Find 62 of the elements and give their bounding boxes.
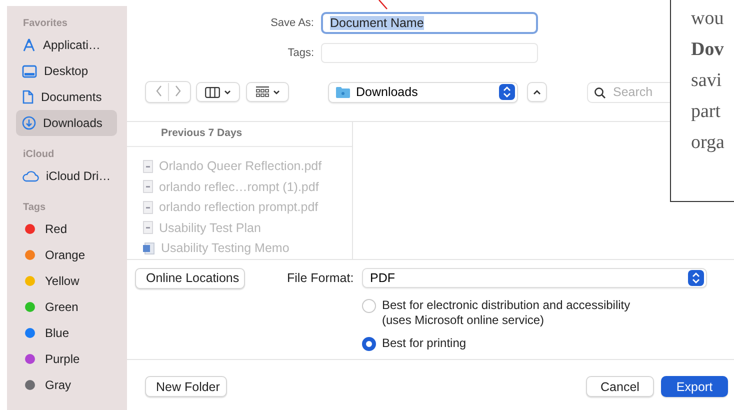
group-button[interactable] [246, 82, 289, 102]
sidebar-heading: iCloud [22, 149, 56, 160]
pdf-file-icon [143, 160, 153, 173]
columns-icon [205, 86, 220, 98]
annotation-line [378, 0, 388, 10]
view-mode-button[interactable] [196, 82, 240, 102]
stepper-icon [688, 270, 704, 286]
sidebar-item[interactable]: Documents [16, 84, 117, 110]
tags-field[interactable] [321, 43, 538, 63]
sidebar-item[interactable]: Green [16, 294, 117, 320]
sidebar-item[interactable]: Orange [16, 242, 117, 268]
sidebar-item[interactable]: Desktop [16, 58, 117, 84]
pdf-file-icon [143, 221, 153, 234]
field-label: Save As: [270, 17, 315, 29]
sidebar-heading: Favorites [22, 18, 68, 29]
option-label: Best for electronic distribution and accessibility [382, 298, 630, 313]
note-text: savi [691, 69, 723, 93]
chevron-icon [272, 90, 280, 94]
export-button[interactable]: Export [661, 376, 728, 397]
monitor-icon [22, 64, 37, 78]
note-text: Dov [691, 38, 725, 62]
sidebar-item[interactable]: Yellow [16, 268, 117, 294]
chevron-left-icon [154, 84, 162, 96]
new-folder-button[interactable]: New Folder [145, 376, 227, 397]
search-field[interactable]: Search [587, 82, 671, 102]
sidebar-item[interactable]: iCloud Dri… [16, 163, 117, 189]
sidebar-item[interactable]: Applicati… [16, 32, 117, 58]
document-icon [22, 90, 34, 104]
sidebar-heading: Tags [22, 202, 47, 213]
chevron-right-icon [174, 84, 182, 96]
option-note: (uses Microsoft online service) [382, 313, 546, 328]
option-label: Best for printing [382, 336, 466, 351]
save-as-field[interactable]: Document Name [321, 12, 538, 34]
location-popup[interactable]: Downloads [328, 82, 518, 102]
download-icon [22, 116, 36, 130]
group-heading: Previous 7 Days [127, 122, 352, 147]
sidebar-item[interactable]: Gray [16, 372, 117, 398]
sidebar-item[interactable]: Red [16, 216, 117, 242]
radio-button[interactable] [362, 299, 376, 313]
stepper-icon [499, 84, 515, 100]
field-label: Tags: [286, 47, 315, 59]
pdf-file-icon [143, 200, 153, 214]
word-file-icon [143, 242, 155, 255]
chevron-icon [224, 90, 231, 94]
pdf-file-icon [143, 180, 153, 194]
online-locations-button[interactable]: Online Locations [135, 268, 245, 288]
sidebar-item[interactable]: Downloads [16, 110, 117, 136]
apps-icon [22, 38, 36, 52]
folder-icon [336, 86, 350, 98]
radio-button[interactable] [362, 337, 376, 351]
file-format-popup[interactable]: PDF [362, 268, 707, 288]
note-text: orga [691, 131, 726, 155]
field-label: File Format: [287, 271, 355, 285]
sidebar-item[interactable]: Purple [16, 346, 117, 372]
caret-up-icon [533, 90, 541, 94]
cancel-button[interactable]: Cancel [586, 376, 654, 397]
note-text: wou [691, 7, 725, 31]
cloud-icon [22, 170, 39, 182]
note-text: part [691, 100, 722, 124]
up-button[interactable] [527, 82, 547, 102]
grid-icon [256, 86, 268, 98]
sidebar-item[interactable]: Blue [16, 320, 117, 346]
